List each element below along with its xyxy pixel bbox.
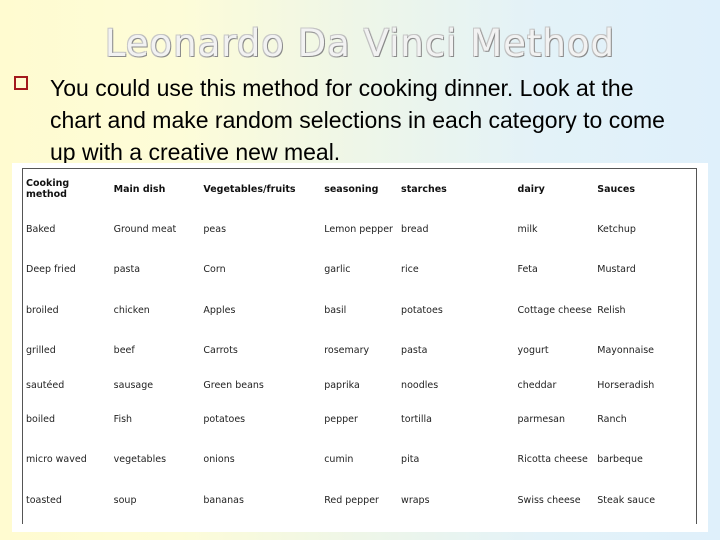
cell-cooking-method: sautéed xyxy=(26,379,65,391)
cell-cooking-method: boiled xyxy=(26,413,55,425)
cell-dairy: milk xyxy=(517,223,538,235)
cell-starches: rice xyxy=(401,264,419,275)
table-row: broiled chicken Apples basil potatoes Cottage… xyxy=(23,290,696,330)
cell-dairy: Feta xyxy=(517,264,538,275)
cell-dairy: cheddar xyxy=(517,379,557,391)
cell-sauces: Mustard xyxy=(597,264,636,275)
cell-sauces: Ketchup xyxy=(597,223,636,235)
cell-sauces: Mayonnaise xyxy=(597,344,655,356)
cell-starches: bread xyxy=(401,223,429,235)
cell-starches: pasta xyxy=(401,344,428,356)
cell-sauces: Horseradish xyxy=(597,379,655,391)
table-row: grilled beef Carrots rosemary pasta yogurt May… xyxy=(23,330,696,370)
cell-cooking-method: grilled xyxy=(26,344,56,356)
cell-cooking-method: broiled xyxy=(26,304,59,316)
cell-main-dish: pasta xyxy=(113,264,141,275)
header-sauces: Sauces xyxy=(597,183,636,195)
cell-main-dish: vegetables xyxy=(113,453,167,465)
slide-title: Leonardo Da Vinci Method xyxy=(104,22,616,65)
header-vegetables-fruits: Vegetables/fruits xyxy=(203,183,296,195)
cell-dairy: Swiss cheese xyxy=(517,494,581,506)
header-seasoning: seasoning xyxy=(324,183,379,195)
cell-dairy: parmesan xyxy=(517,413,565,425)
cell-dairy: yogurt xyxy=(517,344,549,356)
cell-seasoning: rosemary xyxy=(324,344,370,356)
cell-dairy: Ricotta cheese xyxy=(517,453,588,465)
cell-cooking-method: toasted xyxy=(26,494,62,506)
table-image-panel: Cooking method Main dish Vegetables/frui… xyxy=(12,163,708,532)
cell-seasoning: Lemon pepper xyxy=(324,223,393,235)
table-header-row: Cooking method Main dish Vegetables/frui… xyxy=(23,169,696,209)
table-row: sautéed sausage Green beans paprika noodles c… xyxy=(23,370,696,400)
cell-dairy: Cottage cheese xyxy=(517,304,592,316)
square-bullet-icon xyxy=(14,76,28,90)
cell-main-dish: Ground meat xyxy=(113,223,177,235)
cell-vegetables-fruits: Carrots xyxy=(203,344,238,356)
cell-seasoning: paprika xyxy=(324,379,360,391)
header-cooking-method: Cooking method xyxy=(26,178,70,200)
cell-vegetables-fruits: Apples xyxy=(203,304,236,316)
cell-main-dish: Fish xyxy=(113,413,133,425)
table-row: boiled Fish potatoes pepper tortilla parmesan… xyxy=(23,400,696,438)
cell-starches: noodles xyxy=(401,379,439,391)
bullet-text: You could use this method for cooking di… xyxy=(50,75,665,165)
cell-vegetables-fruits: Corn xyxy=(203,264,226,275)
cell-starches: pita xyxy=(401,453,420,465)
cell-seasoning: garlic xyxy=(324,264,351,275)
cell-sauces: Relish xyxy=(597,304,626,316)
cell-cooking-method: Baked xyxy=(26,223,56,235)
table-row: Baked Ground meat peas Lemon pepper bread mil… xyxy=(23,209,696,249)
cell-sauces: Ranch xyxy=(597,413,627,425)
cell-starches: potatoes xyxy=(401,304,443,316)
cell-main-dish: chicken xyxy=(113,304,150,316)
table-row: micro waved vegetables onions cumin pita Rico… xyxy=(23,438,696,480)
cell-vegetables-fruits: onions xyxy=(203,453,235,465)
cell-sauces: barbeque xyxy=(597,453,643,465)
cell-vegetables-fruits: peas xyxy=(203,223,227,235)
cell-cooking-method: micro waved xyxy=(26,453,87,465)
table-row: Deep fried pasta Corn garlic rice Feta Mustard xyxy=(23,249,696,290)
cell-cooking-method: Deep fried xyxy=(26,264,76,275)
header-main-dish: Main dish xyxy=(113,183,166,195)
cell-seasoning: basil xyxy=(324,304,347,316)
cell-main-dish: sausage xyxy=(113,379,154,391)
header-starches: starches xyxy=(401,183,447,195)
table-row: toasted soup bananas Red pepper wraps Swiss c… xyxy=(23,480,696,520)
header-dairy: dairy xyxy=(517,183,545,195)
cell-sauces: Steak sauce xyxy=(597,494,656,506)
cell-vegetables-fruits: potatoes xyxy=(203,413,246,425)
cell-starches: tortilla xyxy=(401,413,432,425)
cell-vegetables-fruits: bananas xyxy=(203,494,244,506)
cell-seasoning: cumin xyxy=(324,453,354,465)
meal-chart-table: Cooking method Main dish Vegetables/frui… xyxy=(22,168,697,524)
cell-starches: wraps xyxy=(401,494,430,506)
cell-main-dish: beef xyxy=(113,344,135,356)
cell-seasoning: Red pepper xyxy=(324,494,379,506)
cell-seasoning: pepper xyxy=(324,413,358,425)
cell-vegetables-fruits: Green beans xyxy=(203,379,264,391)
cell-main-dish: soup xyxy=(113,494,137,506)
